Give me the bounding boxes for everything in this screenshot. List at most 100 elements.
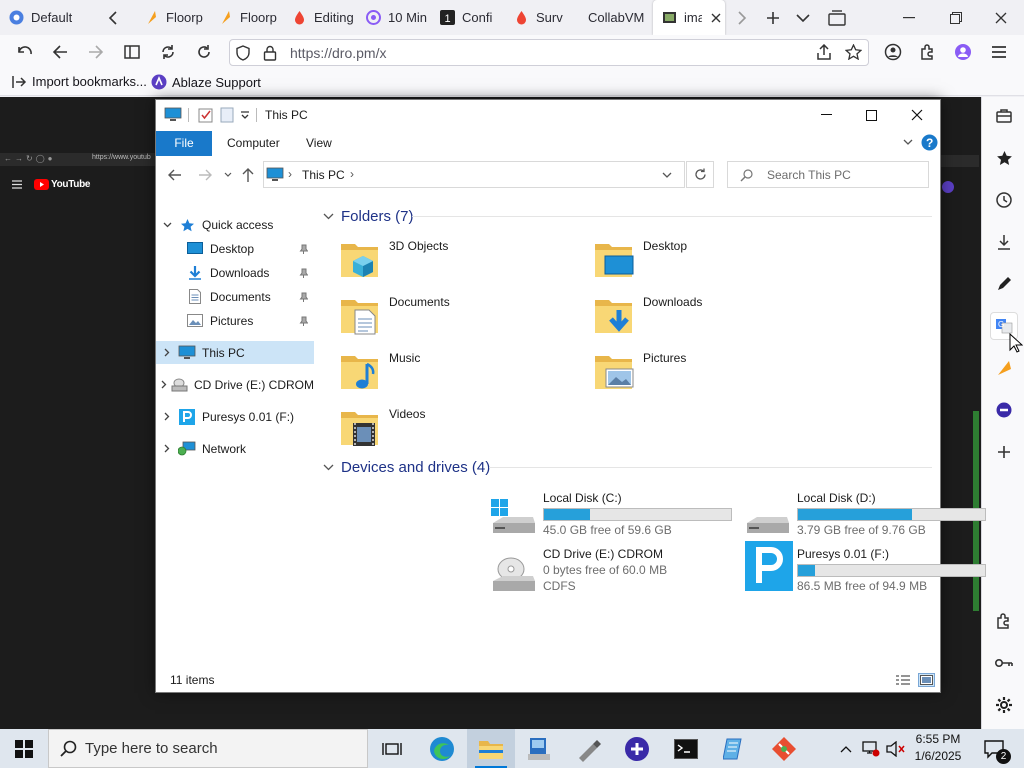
collapsed-chevron-icon[interactable]	[156, 444, 178, 453]
close-tab-icon[interactable]	[711, 13, 721, 23]
forward-button[interactable]	[80, 35, 112, 69]
nav-quick-access[interactable]: Quick access	[156, 213, 314, 236]
downloads-icon[interactable]	[990, 228, 1018, 256]
minimize-window-button[interactable]	[893, 0, 925, 35]
ablaze-floorp-taskbar-icon[interactable]	[613, 729, 661, 768]
restore-window-button[interactable]	[940, 0, 972, 35]
network-status-icon[interactable]	[859, 729, 883, 768]
tab-scroll-right-button[interactable]	[727, 0, 757, 35]
folder-documents[interactable]: Documents	[339, 292, 589, 344]
tab-surv[interactable]: Surv	[505, 0, 577, 35]
git-tool-taskbar-icon[interactable]	[760, 729, 808, 768]
tab-computer[interactable]: Computer	[214, 131, 293, 156]
volume-muted-icon[interactable]	[884, 729, 908, 768]
tab-default[interactable]: Default	[0, 0, 94, 35]
large-icons-view-icon[interactable]	[918, 673, 935, 687]
details-view-icon[interactable]	[895, 674, 911, 686]
tab-10min[interactable]: 10 Min	[357, 0, 429, 35]
tab-view[interactable]: View	[293, 131, 345, 156]
lock-icon[interactable]	[263, 45, 277, 61]
collapsed-chevron-icon[interactable]	[156, 348, 178, 357]
file-explorer-window[interactable]: This PC File Computer View ? › This PC ›…	[155, 99, 986, 693]
toolbox-icon[interactable]	[990, 102, 1018, 130]
extensions-button[interactable]	[912, 35, 944, 69]
workspaces-button[interactable]	[822, 0, 852, 35]
drive-f[interactable]: Puresys 0.01 (F:) 86.5 MB free of 94.9 M…	[745, 541, 995, 603]
tab-floorp-2[interactable]: Floorp	[209, 0, 281, 35]
command-prompt-taskbar-icon[interactable]	[662, 729, 710, 768]
account-button[interactable]	[877, 35, 909, 69]
up-arrow-icon[interactable]	[242, 168, 254, 182]
address-dropdown-icon[interactable]	[662, 172, 672, 179]
folder-videos[interactable]: Videos	[339, 404, 589, 456]
start-button[interactable]	[0, 729, 48, 768]
sync-button[interactable]	[152, 35, 184, 69]
file-explorer-taskbar-icon[interactable]	[467, 729, 515, 768]
bookmark-ablaze-support[interactable]: Ablaze Support	[151, 74, 261, 90]
nav-this-pc[interactable]: This PC	[156, 341, 314, 364]
address-bar[interactable]: › This PC ›	[263, 161, 685, 188]
new-folder-qat-icon[interactable]	[220, 107, 234, 123]
share-icon[interactable]	[816, 44, 832, 60]
folder-3d-objects[interactable]: 3D Objects	[339, 236, 589, 288]
nav-network[interactable]: Network	[156, 437, 314, 460]
collapsed-chevron-icon[interactable]	[156, 412, 178, 421]
devices-group-header[interactable]: Devices and drives (4)	[323, 459, 490, 476]
nav-documents[interactable]: Documents	[156, 285, 314, 308]
tab-file[interactable]: File	[156, 131, 212, 156]
back-button[interactable]	[44, 35, 76, 69]
drive-e[interactable]: CD Drive (E:) CDROM 0 bytes free of 60.0…	[491, 547, 741, 603]
floorp-panel-icon[interactable]	[990, 354, 1018, 382]
forward-arrow-icon[interactable]	[198, 169, 212, 181]
folder-downloads[interactable]: Downloads	[593, 292, 843, 344]
history-clock-icon[interactable]	[990, 186, 1018, 214]
tab-floorp-1[interactable]: Floorp	[135, 0, 207, 35]
nav-downloads[interactable]: Downloads	[156, 261, 314, 284]
back-arrow-icon[interactable]	[168, 169, 182, 181]
edge-taskbar-icon[interactable]	[418, 729, 466, 768]
bookmark-star-icon[interactable]	[845, 44, 862, 60]
expanded-chevron-icon[interactable]	[156, 222, 178, 228]
folder-music[interactable]: Music	[339, 348, 589, 400]
action-center-button[interactable]: 2	[978, 729, 1012, 768]
addons-icon[interactable]	[990, 607, 1018, 635]
help-icon[interactable]: ?	[921, 134, 938, 151]
refresh-button[interactable]	[686, 161, 714, 188]
nav-cd-drive[interactable]: CD Drive (E:) CDROM	[156, 373, 314, 396]
show-hidden-icons-button[interactable]	[834, 729, 858, 768]
usb-tool-taskbar-icon[interactable]	[564, 729, 612, 768]
settings-gear-icon[interactable]	[990, 691, 1018, 719]
sidebar-toggle-button[interactable]	[116, 35, 148, 69]
reload-button[interactable]	[188, 35, 220, 69]
explorer-minimize-button[interactable]	[808, 106, 844, 124]
ribbon-expand-icon[interactable]	[903, 139, 913, 146]
bookmarks-star-icon[interactable]	[990, 144, 1018, 172]
notes-pen-icon[interactable]	[990, 270, 1018, 298]
folder-desktop[interactable]: Desktop	[593, 236, 843, 288]
tab-confi[interactable]: 1 Confi	[431, 0, 503, 35]
folder-pictures[interactable]: Pictures	[593, 348, 843, 400]
nav-desktop[interactable]: Desktop	[156, 237, 314, 260]
notepad-taskbar-icon[interactable]	[711, 729, 759, 768]
new-tab-button[interactable]	[758, 0, 788, 35]
list-all-tabs-button[interactable]	[788, 0, 818, 35]
nav-pictures[interactable]: Pictures	[156, 309, 314, 332]
add-panel-icon[interactable]	[990, 438, 1018, 466]
tab-editing[interactable]: Editing	[283, 0, 355, 35]
tab-collabvm[interactable]: CollabVM	[579, 0, 651, 35]
taskbar-search-box[interactable]: Type here to search	[48, 729, 368, 768]
menu-button[interactable]	[983, 35, 1015, 69]
url-bar[interactable]: https://dro.pm/x	[229, 39, 869, 66]
drive-c[interactable]: Local Disk (C:) 45.0 GB free of 59.6 GB	[491, 491, 741, 547]
breadcrumb[interactable]: This PC	[302, 168, 345, 182]
profile-avatar-button[interactable]	[947, 35, 979, 69]
passwords-key-icon[interactable]	[990, 649, 1018, 677]
undo-close-tab-button[interactable]	[9, 35, 41, 69]
collapsed-chevron-icon[interactable]	[156, 380, 171, 389]
search-box[interactable]: Search This PC	[727, 161, 929, 188]
folders-group-header[interactable]: Folders (7)	[323, 208, 414, 225]
close-window-button[interactable]	[985, 0, 1017, 35]
qat-customize-icon[interactable]	[240, 110, 250, 120]
recent-locations-icon[interactable]	[224, 172, 232, 178]
explorer-close-button[interactable]	[899, 106, 935, 124]
